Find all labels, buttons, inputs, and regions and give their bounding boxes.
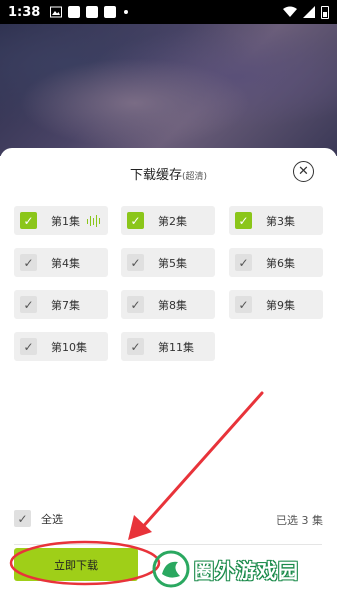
checkbox-unchecked-icon[interactable]: ✓ — [20, 254, 37, 271]
checkbox-unchecked-icon[interactable]: ✓ — [20, 338, 37, 355]
status-time: 1:38 — [8, 4, 41, 20]
notification-icons — [50, 3, 129, 22]
episode-item[interactable]: ✓ 第7集 — [14, 290, 108, 319]
video-player[interactable] — [0, 24, 337, 156]
episode-item[interactable]: ✓ 第3集 — [229, 206, 323, 235]
checkbox-unchecked-icon[interactable]: ✓ — [127, 254, 144, 271]
sheet-title-quality: (超清) — [181, 172, 208, 182]
select-all-toggle[interactable]: ✓ 全选 — [14, 510, 63, 527]
episode-label: 第1集 — [51, 214, 80, 228]
episode-item[interactable]: ✓ 第6集 — [229, 248, 323, 277]
episode-item[interactable]: ✓ 第10集 — [14, 332, 108, 361]
app-notification-icon — [104, 6, 117, 18]
episode-label: 第3集 — [266, 214, 295, 228]
episode-label: 第2集 — [158, 214, 187, 228]
watermark-logo-icon — [152, 550, 190, 588]
episode-label: 第11集 — [158, 340, 194, 354]
checkbox-unchecked-icon[interactable]: ✓ — [235, 254, 252, 271]
checkbox-checked-icon[interactable]: ✓ — [235, 212, 252, 229]
checkbox-unchecked-icon[interactable]: ✓ — [127, 296, 144, 313]
episode-item[interactable]: ✓ 第4集 — [14, 248, 108, 277]
app-notification-icon — [68, 6, 81, 18]
download-now-button[interactable]: 立即下载 — [14, 548, 138, 581]
episode-label: 第8集 — [158, 298, 187, 312]
episode-item[interactable]: ✓ 第9集 — [229, 290, 323, 319]
signal-icon — [303, 6, 315, 18]
battery-icon — [321, 5, 329, 19]
app-notification-icon — [86, 6, 99, 18]
image-icon — [50, 3, 63, 22]
more-notifications-icon — [124, 10, 129, 14]
wifi-icon — [283, 6, 297, 17]
checkbox-checked-icon[interactable]: ✓ — [127, 212, 144, 229]
episode-item[interactable]: ✓ 第11集 — [121, 332, 215, 361]
episode-label: 第7集 — [51, 298, 80, 312]
checkbox-unchecked-icon[interactable]: ✓ — [235, 296, 252, 313]
episode-item[interactable]: ✓ 第5集 — [121, 248, 215, 277]
status-bar: 1:38 — [0, 0, 337, 24]
checkbox-unchecked-icon[interactable]: ✓ — [20, 296, 37, 313]
sheet-title-text: 下载缓存 — [129, 168, 182, 183]
watermark: 圈外游戏园 — [152, 550, 299, 588]
divider — [14, 544, 322, 545]
download-sheet: 下载缓存(超清) ✕ ✓ 第1集 ✓ 第2集 ✓ 第3集 ✓ 第4集 ✓ 第5集… — [0, 148, 337, 600]
selected-count: 已选 3 集 — [276, 514, 323, 527]
close-icon[interactable]: ✕ — [293, 161, 314, 182]
episode-label: 第6集 — [266, 256, 295, 270]
sheet-title: 下载缓存(超清) — [0, 164, 337, 183]
checkbox-checked-icon[interactable]: ✓ — [20, 212, 37, 229]
episode-label: 第4集 — [51, 256, 80, 270]
episode-label: 第10集 — [51, 340, 87, 354]
episode-label: 第5集 — [158, 256, 187, 270]
playing-indicator-icon — [86, 215, 100, 227]
episode-label: 第9集 — [266, 298, 295, 312]
watermark-text: 圈外游戏园 — [194, 558, 299, 583]
episode-item[interactable]: ✓ 第2集 — [121, 206, 215, 235]
select-all-label: 全选 — [41, 512, 63, 526]
episode-item[interactable]: ✓ 第1集 — [14, 206, 108, 235]
checkbox-unchecked-icon[interactable]: ✓ — [14, 510, 31, 527]
episode-item[interactable]: ✓ 第8集 — [121, 290, 215, 319]
checkbox-unchecked-icon[interactable]: ✓ — [127, 338, 144, 355]
